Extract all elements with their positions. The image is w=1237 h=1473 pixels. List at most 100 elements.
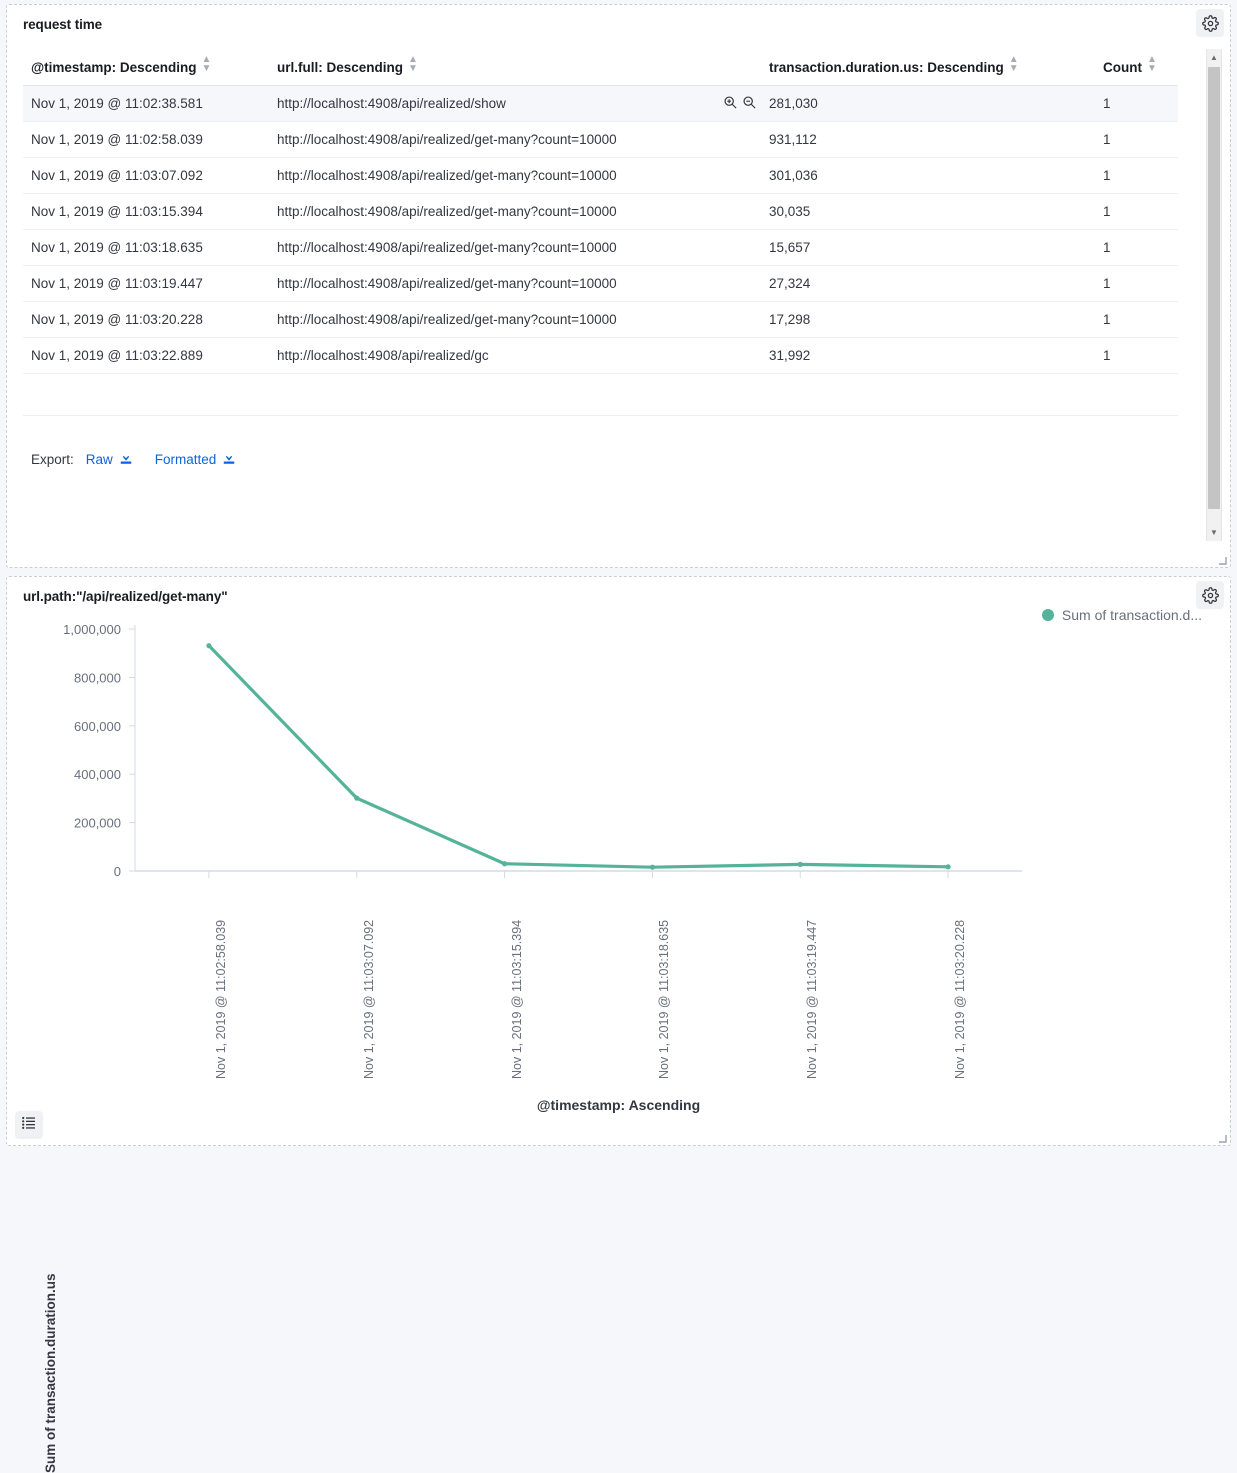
scroll-down-arrow-icon[interactable]: ▼ <box>1207 524 1221 541</box>
column-header-duration-label: transaction.duration.us: Descending <box>769 60 1004 75</box>
column-header-timestamp[interactable]: @timestamp: Descending ▲▼ <box>23 49 269 86</box>
cell-duration: 931,112 <box>761 122 1095 158</box>
cell-duration: 301,036 <box>761 158 1095 194</box>
column-header-timestamp-label: @timestamp: Descending <box>31 60 196 75</box>
cell-count: 1 <box>1095 302 1178 338</box>
dashboard: request time @timestamp: Descending▲▼ <box>0 0 1237 1152</box>
cell-url-text: http://localhost:4908/api/realized/get-m… <box>277 312 617 327</box>
cell-count: 1 <box>1095 266 1178 302</box>
cell-timestamp: Nov 1, 2019 @ 11:02:58.039 <box>23 122 269 158</box>
export-formatted-link[interactable]: Formatted <box>155 451 237 468</box>
table-vertical-scrollbar[interactable]: ▲ ▼ <box>1206 49 1222 541</box>
cell-count: 1 <box>1095 122 1178 158</box>
cell-count: 1 <box>1095 158 1178 194</box>
saved-search-table: @timestamp: Descending ▲▼ url.full: Desce… <box>23 49 1178 416</box>
cell-duration: 27,324 <box>761 266 1095 302</box>
cell-count: 1 <box>1095 230 1178 266</box>
table-row[interactable]: Nov 1, 2019 @ 11:03:18.635 http://localho… <box>23 230 1178 266</box>
list-icon <box>21 1115 37 1136</box>
saved-search-table-container[interactable]: @timestamp: Descending ▲▼ url.full: Desce… <box>23 49 1178 557</box>
cell-url-text: http://localhost:4908/api/realized/show <box>277 96 506 111</box>
panel-resize-handle[interactable] <box>1215 552 1227 564</box>
cell-duration: 17,298 <box>761 302 1095 338</box>
export-raw-label: Raw <box>86 452 113 467</box>
cell-url-text: http://localhost:4908/api/realized/get-m… <box>277 276 617 291</box>
column-header-url[interactable]: url.full: Descending ▲▼ <box>269 49 761 86</box>
panel-title: request time <box>7 5 1230 32</box>
legend-toggle-button[interactable] <box>15 1111 43 1139</box>
table-row[interactable]: Nov 1, 2019 @ 11:03:19.447http://localho… <box>23 266 1178 302</box>
row-filter-actions <box>723 95 757 113</box>
cell-timestamp: Nov 1, 2019 @ 11:03:15.394 <box>23 194 269 230</box>
table-row[interactable]: Nov 1, 2019 @ 11:02:38.581 http://localho… <box>23 86 1178 122</box>
cell-timestamp: Nov 1, 2019 @ 11:03:18.635 <box>23 230 269 266</box>
cell-duration: 281,030 <box>761 86 1095 122</box>
cell-timestamp: Nov 1, 2019 @ 11:02:38.581 <box>23 86 269 122</box>
scrollbar-thumb[interactable] <box>1208 67 1220 509</box>
column-header-duration[interactable]: transaction.duration.us: Descending ▲▼ <box>761 49 1095 86</box>
table-row[interactable]: Nov 1, 2019 @ 11:02:58.039 http://localho… <box>23 122 1178 158</box>
cell-count: 1 <box>1095 194 1178 230</box>
sort-icon[interactable]: ▲▼ <box>1147 55 1157 73</box>
y-axis-tick-label: 1,000,000 <box>63 622 121 637</box>
cell-url-text: http://localhost:4908/api/realized/get-m… <box>277 240 617 255</box>
chart-data-point[interactable] <box>945 864 950 869</box>
y-axis-tick-label: 400,000 <box>74 767 121 782</box>
x-axis-tick-label: Nov 1, 2019 @ 11:03:15.394 <box>510 920 524 1079</box>
y-axis-tick-label: 200,000 <box>74 816 121 831</box>
panel-options-button[interactable] <box>1196 9 1224 37</box>
magnifier-minus-icon[interactable] <box>742 95 757 113</box>
cell-url: http://localhost:4908/api/realized/get-m… <box>269 302 761 338</box>
chart-line-series[interactable] <box>209 646 948 868</box>
cell-url: http://localhost:4908/api/realized/get-m… <box>269 266 761 302</box>
table-head: @timestamp: Descending ▲▼ url.full: Desce… <box>23 49 1178 86</box>
sort-icon[interactable]: ▲▼ <box>1009 55 1019 73</box>
scroll-up-arrow-icon[interactable]: ▲ <box>1207 49 1221 66</box>
x-axis-tick-label: Nov 1, 2019 @ 11:02:58.039 <box>214 920 228 1079</box>
table-row[interactable]: Nov 1, 2019 @ 11:03:07.092 http://localho… <box>23 158 1178 194</box>
export-row: Export: Raw Formatted <box>31 451 250 468</box>
export-formatted-label: Formatted <box>155 452 217 467</box>
cell-url: http://localhost:4908/api/realized/get-m… <box>269 194 761 230</box>
y-axis-tick-label: 600,000 <box>74 719 121 734</box>
x-axis-tick-label: Nov 1, 2019 @ 11:03:19.447 <box>805 920 819 1079</box>
cell-duration: 30,035 <box>761 194 1095 230</box>
cell-url-text: http://localhost:4908/api/realized/gc <box>277 348 489 363</box>
table-body: Nov 1, 2019 @ 11:02:38.581 http://localho… <box>23 86 1178 416</box>
chart-panel-resize-handle[interactable] <box>1215 1130 1227 1142</box>
table-row[interactable]: Nov 1, 2019 @ 11:03:15.394 http://localho… <box>23 194 1178 230</box>
download-icon <box>119 451 133 468</box>
sort-icon[interactable]: ▲▼ <box>408 55 418 73</box>
cell-url-text: http://localhost:4908/api/realized/get-m… <box>277 168 617 183</box>
table-row[interactable]: Nov 1, 2019 @ 11:03:22.889http://localho… <box>23 338 1178 374</box>
cell-timestamp: Nov 1, 2019 @ 11:03:20.228 <box>23 302 269 338</box>
table-header-row: @timestamp: Descending ▲▼ url.full: Desce… <box>23 49 1178 86</box>
chart-data-point[interactable] <box>354 796 359 801</box>
export-raw-link[interactable]: Raw <box>86 451 133 468</box>
y-axis-tick-label: 800,000 <box>74 670 121 685</box>
chart-data-point[interactable] <box>502 861 507 866</box>
cell-url-text: http://localhost:4908/api/realized/get-m… <box>277 132 617 147</box>
chart-data-point[interactable] <box>206 643 211 648</box>
column-header-url-label: url.full: Descending <box>277 60 403 75</box>
cell-timestamp: Nov 1, 2019 @ 11:03:07.092 <box>23 158 269 194</box>
url-path-chart-panel: url.path:"/api/realized/get-many" Sum of… <box>6 576 1231 1146</box>
export-label: Export: <box>31 452 74 467</box>
y-axis-tick-label: 0 <box>114 864 121 879</box>
chart-data-point[interactable] <box>798 862 803 867</box>
chart-data-point[interactable] <box>650 865 655 870</box>
cell-duration: 15,657 <box>761 230 1095 266</box>
x-axis-tick-labels: Nov 1, 2019 @ 11:02:58.039 Nov 1, 2019 @ … <box>7 893 1230 1103</box>
column-header-count[interactable]: Count ▲▼ <box>1095 49 1178 86</box>
cell-count: 1 <box>1095 338 1178 374</box>
cell-url-text: http://localhost:4908/api/realized/get-m… <box>277 204 617 219</box>
chart-area: Sum of transaction.duration.us Sum of tr… <box>7 577 1230 1145</box>
magnifier-plus-icon[interactable] <box>723 95 738 113</box>
x-axis-tick-label: Nov 1, 2019 @ 11:03:20.228 <box>953 920 967 1079</box>
table-row[interactable]: Nov 1, 2019 @ 11:03:20.228 http://localho… <box>23 302 1178 338</box>
sort-icon[interactable]: ▲▼ <box>201 55 211 73</box>
cell-url: http://localhost:4908/api/realized/get-m… <box>269 230 761 266</box>
cell-url: http://localhost:4908/api/realized/show <box>269 86 761 122</box>
column-header-count-label: Count <box>1103 60 1142 75</box>
request-time-panel: request time @timestamp: Descending▲▼ <box>6 4 1231 568</box>
